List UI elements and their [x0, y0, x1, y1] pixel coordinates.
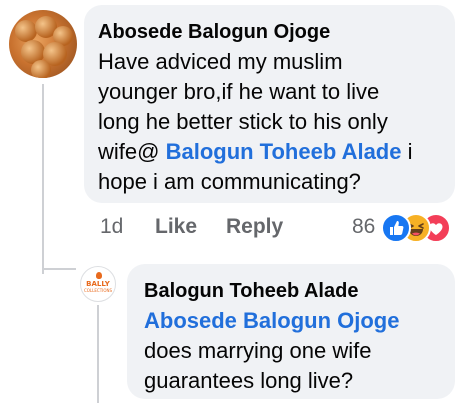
thread-connector — [42, 268, 76, 270]
reply-avatar[interactable]: BALLY COLLECTIONS — [80, 266, 116, 302]
reply-button[interactable]: Reply — [226, 214, 283, 240]
mention-link[interactable]: Balogun Toheeb Alade — [166, 139, 402, 164]
comment-text-line-2: younger bro,if he want to live — [98, 79, 380, 104]
avatar[interactable] — [9, 10, 77, 78]
like-button[interactable]: Like — [155, 214, 197, 240]
reply-text-line-1: does marrying one wife — [144, 338, 372, 363]
thread-line — [42, 84, 44, 274]
comment-author[interactable]: Abosede Balogun Ojoge — [98, 20, 330, 44]
comment-text-line-4: wife@ Balogun Toheeb Alade i — [98, 138, 412, 166]
reaction-count[interactable]: 86 — [352, 214, 375, 240]
reply-mention-link[interactable]: Abosede Balogun Ojoge — [144, 307, 399, 335]
like-icon — [381, 213, 411, 243]
reactions[interactable] — [381, 213, 457, 243]
comment-text-line-5: hope i am communicating? — [98, 169, 361, 194]
flame-icon — [96, 272, 102, 279]
comment-text-prefix: wife@ — [98, 139, 166, 164]
reply-text-line-2: guarantees long live? — [144, 368, 354, 393]
reply-author[interactable]: Balogun Toheeb Alade — [144, 279, 358, 303]
comment-text-suffix: i — [401, 139, 413, 164]
reply-thread-line — [97, 305, 99, 403]
comment-timestamp[interactable]: 1d — [100, 214, 123, 240]
comment-text-line-3: long he better stick to his only — [98, 109, 388, 134]
avatar-logo-text: BALLY — [86, 280, 110, 288]
avatar-logo-subtext: COLLECTIONS — [83, 288, 113, 293]
comment-text-line-1: Have adviced my muslim — [98, 49, 343, 74]
